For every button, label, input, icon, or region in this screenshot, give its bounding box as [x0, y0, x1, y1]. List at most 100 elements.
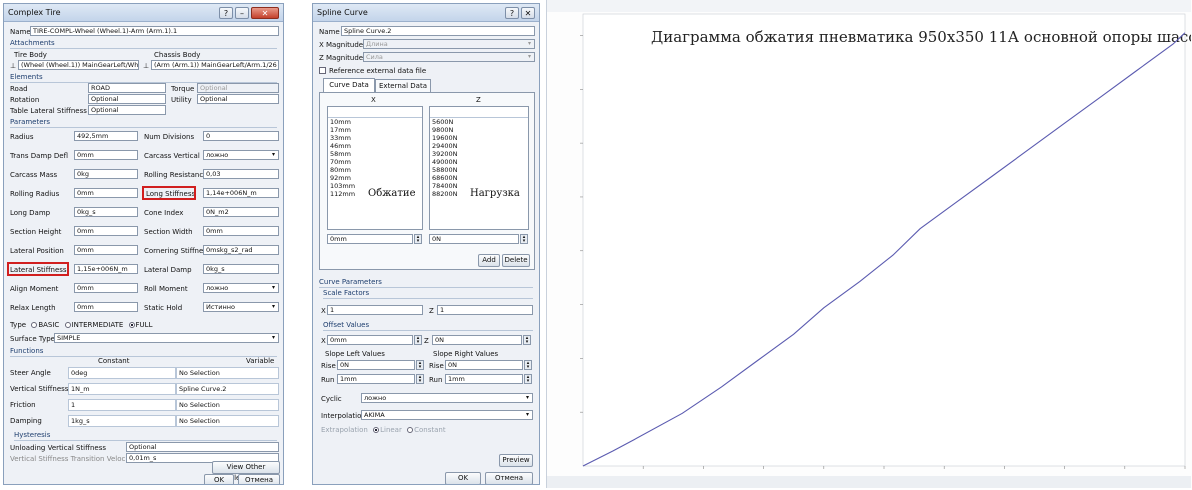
utility-field[interactable]: Optional	[197, 94, 279, 104]
close-icon[interactable]: ✕	[251, 6, 279, 19]
right-run-input[interactable]: 1mm	[445, 374, 523, 384]
list-item[interactable]: 70mm	[328, 158, 422, 166]
offset-z-input[interactable]: 0N	[432, 335, 522, 345]
delete-button[interactable]: Delete	[502, 254, 530, 267]
add-button[interactable]: Add	[478, 254, 500, 267]
relax-length-input[interactable]: 0mm	[74, 302, 138, 312]
static-hold-select[interactable]: Истинно ▾	[203, 302, 279, 312]
function-constant[interactable]: 1kg_s	[68, 415, 176, 427]
function-constant[interactable]: 1N_m	[68, 383, 176, 395]
cancel-button[interactable]: Отмена	[485, 472, 533, 484]
offset-x-input[interactable]: 0mm	[327, 335, 413, 345]
road-field[interactable]: ROAD	[88, 83, 166, 93]
num-divisions-input[interactable]: 0	[203, 131, 279, 141]
list-item[interactable]: 58mm	[328, 150, 422, 158]
list-item[interactable]: 49000N	[430, 158, 528, 166]
ok-button[interactable]: OK	[445, 472, 481, 484]
offset-x-spinner-icon[interactable]: ▴ ▾	[414, 335, 422, 345]
tab-curve-data[interactable]: Curve Data	[323, 78, 375, 92]
x-values-list[interactable]: 10mm 17mm 33mm 46mm 58mm 70mm 80mm 92mm …	[327, 106, 423, 230]
interpolation-select[interactable]: AKIMA ▾	[361, 410, 533, 420]
ok-button[interactable]: OK	[204, 474, 234, 484]
section-width-input[interactable]: 0mm	[203, 226, 279, 236]
x-magnitude-select[interactable]: Длина ▾	[363, 39, 535, 49]
reference-external-checkbox[interactable]	[319, 67, 326, 74]
table-lateral-field[interactable]: Optional	[88, 105, 166, 115]
help-icon[interactable]: ?	[505, 6, 519, 19]
spline-name-input[interactable]: Spline Curve.2	[341, 26, 535, 36]
right-run-spinner-icon[interactable]: ▴ ▾	[524, 374, 532, 384]
scale-x-input[interactable]: 1	[327, 305, 423, 315]
extrap-linear-radio[interactable]	[373, 427, 380, 433]
cancel-button[interactable]: Отмена	[238, 474, 280, 484]
left-run-spinner-icon[interactable]: ▴ ▾	[416, 374, 424, 384]
rolling-radius-input[interactable]: 0mm	[74, 188, 138, 198]
align-moment-input[interactable]: 0mm	[74, 283, 138, 293]
x-value-spinner-icon[interactable]: ▴ ▾	[414, 234, 422, 244]
long-stiffness-input[interactable]: 1,14e+006N_m	[203, 188, 279, 198]
section-height-input[interactable]: 0mm	[74, 226, 138, 236]
rotation-field[interactable]: Optional	[88, 94, 166, 104]
trans-damp-input[interactable]: 0mm	[74, 150, 138, 160]
x-value-input[interactable]: 0mm	[327, 234, 413, 244]
function-constant[interactable]: 0deg	[68, 367, 176, 379]
chassis-body-field[interactable]: (Arm (Arm.1)) MainGearLeft/Arm.1/26	[151, 60, 279, 70]
list-item[interactable]: 9800N	[430, 126, 528, 134]
torque-field[interactable]: Optional	[197, 83, 279, 93]
function-constant[interactable]: 1	[68, 399, 176, 411]
close-icon[interactable]: ✕	[521, 6, 535, 19]
list-item[interactable]: 17mm	[328, 126, 422, 134]
list-item[interactable]: 68600N	[430, 174, 528, 182]
left-rise-input[interactable]: 0N	[337, 360, 415, 370]
list-item[interactable]: 5600N	[430, 118, 528, 126]
type-intermediate-radio[interactable]	[64, 322, 71, 328]
function-variable[interactable]: No Selection	[176, 367, 279, 379]
lateral-stiffness-input[interactable]: 1,15e+006N_m	[74, 264, 138, 274]
right-rise-spinner-icon[interactable]: ▴ ▾	[524, 360, 532, 370]
radius-input[interactable]: 492,5mm	[74, 131, 138, 141]
extrap-constant-radio[interactable]	[407, 427, 414, 433]
lateral-position-input[interactable]: 0mm	[74, 245, 138, 255]
tire-body-pick-icon[interactable]: ⊥	[10, 61, 16, 71]
z-values-list[interactable]: 5600N 9800N 19600N 29400N 39200N 49000N …	[429, 106, 529, 230]
lateral-damp-input[interactable]: 0kg_s	[203, 264, 279, 274]
type-full-radio[interactable]	[128, 322, 135, 328]
rolling-resistance-input[interactable]: 0,03	[203, 169, 279, 179]
unloading-field[interactable]: Optional	[126, 442, 279, 452]
list-item[interactable]: 46mm	[328, 142, 422, 150]
function-variable[interactable]: No Selection	[176, 399, 279, 411]
list-item[interactable]: 33mm	[328, 134, 422, 142]
tab-external-data[interactable]: External Data	[375, 79, 431, 92]
left-run-input[interactable]: 1mm	[337, 374, 415, 384]
z-value-input[interactable]: 0N	[429, 234, 519, 244]
cyclic-select[interactable]: ложно ▾	[361, 393, 533, 403]
carcass-mass-input[interactable]: 0kg	[74, 169, 138, 179]
preview-button[interactable]: Preview	[499, 454, 533, 467]
chassis-body-pick-icon[interactable]: ⊥	[143, 61, 149, 71]
left-rise-spinner-icon[interactable]: ▴ ▾	[416, 360, 424, 370]
z-magnitude-select[interactable]: Сила ▾	[363, 52, 535, 62]
list-item[interactable]: 92mm	[328, 174, 422, 182]
view-other-elements-button[interactable]: View Other Elements	[212, 461, 280, 482]
tire-name-input[interactable]: TIRE-COMPL-Wheel (Wheel.1)-Arm (Arm.1).1	[30, 26, 279, 36]
list-item[interactable]: 58800N	[430, 166, 528, 174]
surface-type-select[interactable]: SIMPLE ▾	[54, 333, 279, 343]
z-value-spinner-icon[interactable]: ▴ ▾	[520, 234, 528, 244]
list-item[interactable]: 39200N	[430, 150, 528, 158]
cornering-stiffness-input[interactable]: 0mskg_s2_rad	[203, 245, 279, 255]
right-rise-input[interactable]: 0N	[445, 360, 523, 370]
offset-z-spinner-icon[interactable]: ▴ ▾	[523, 335, 531, 345]
list-item[interactable]: 80mm	[328, 166, 422, 174]
function-variable[interactable]: No Selection	[176, 415, 279, 427]
tire-body-field[interactable]: (Wheel (Wheel.1)) MainGearLeft/Whee	[18, 60, 139, 70]
list-item[interactable]: 19600N	[430, 134, 528, 142]
scale-z-input[interactable]: 1	[437, 305, 533, 315]
list-item[interactable]: 10mm	[328, 118, 422, 126]
carcass-vertical-select[interactable]: ложно ▾	[203, 150, 279, 160]
help-icon[interactable]: ?	[219, 6, 233, 19]
list-item[interactable]: 29400N	[430, 142, 528, 150]
minimize-icon[interactable]: –	[235, 6, 249, 19]
roll-moment-select[interactable]: ложно ▾	[203, 283, 279, 293]
cone-index-input[interactable]: 0N_m2	[203, 207, 279, 217]
function-variable[interactable]: Spline Curve.2	[176, 383, 279, 395]
